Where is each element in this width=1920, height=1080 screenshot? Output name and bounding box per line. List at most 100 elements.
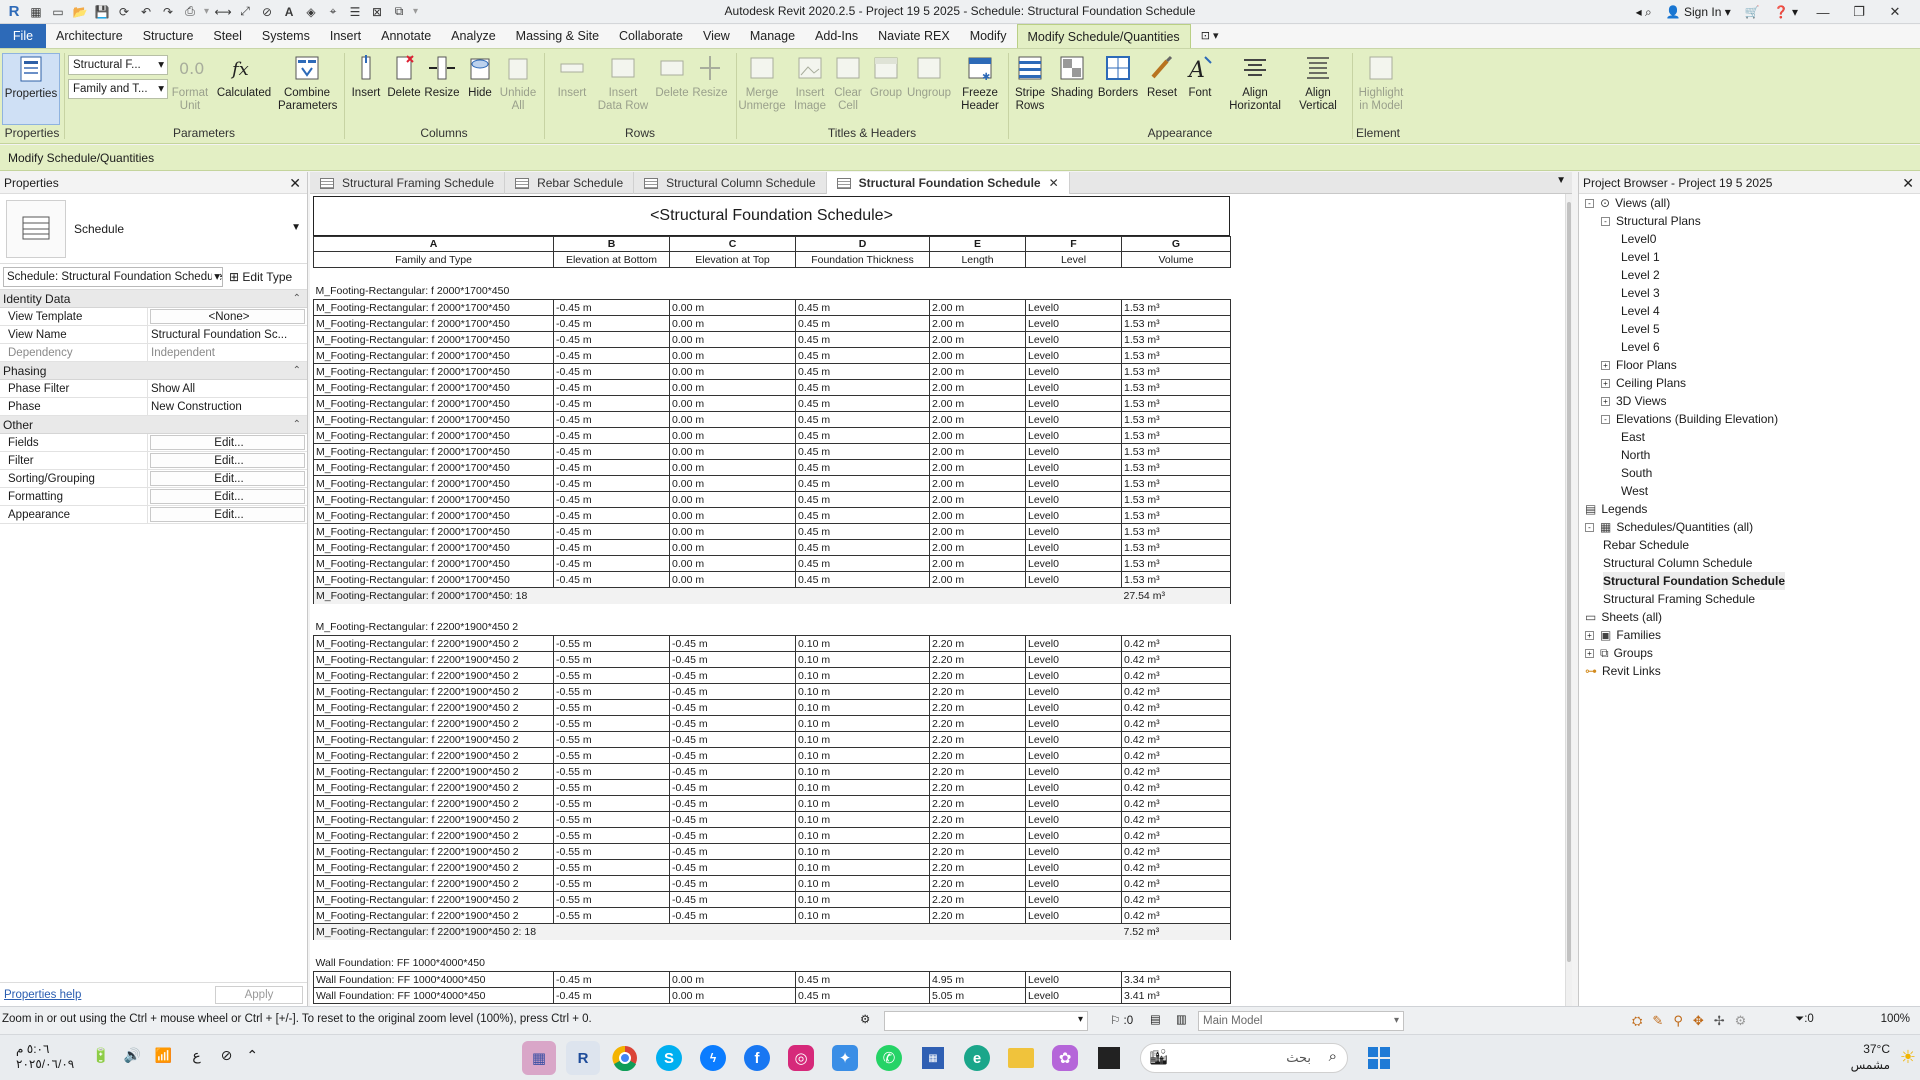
table-cell[interactable]: 3.41 m³ (1121, 987, 1231, 1004)
table-cell[interactable]: 1.53 m³ (1121, 539, 1231, 556)
table-cell[interactable]: Level0 (1025, 411, 1122, 428)
table-cell[interactable]: Wall Foundation: FF 1000*4000*450 (313, 987, 554, 1004)
table-row[interactable]: M_Footing-Rectangular: f 2000*1700*450 -0… (313, 491, 1231, 508)
table-cell[interactable]: M_Footing-Rectangular: f 2200*1900*450 2 (313, 683, 554, 700)
taskbar-app-calculator-icon[interactable]: ▦ (522, 1041, 556, 1075)
app-menu-icon[interactable]: ▦ (28, 4, 44, 20)
table-cell[interactable]: 1.53 m³ (1121, 491, 1231, 508)
info-search-icon[interactable]: ◂ ⌕ (1636, 5, 1652, 20)
table-cell[interactable]: M_Footing-Rectangular: f 2200*1900*450 2 (313, 635, 554, 652)
table-cell[interactable]: Level0 (1025, 459, 1122, 476)
table-cell[interactable]: Level0 (1025, 875, 1122, 892)
browser-node-sheets-all[interactable]: ▭ Sheets (all) (1585, 608, 1662, 626)
table-cell[interactable]: 0.42 m³ (1121, 651, 1231, 668)
table-cell[interactable]: Level0 (1025, 891, 1122, 908)
help-icon[interactable]: ❓ ▾ (1774, 5, 1798, 19)
vertical-scrollbar[interactable] (1565, 194, 1572, 1006)
table-cell[interactable]: 1.53 m³ (1121, 315, 1231, 332)
thin-lines-icon[interactable]: ☰ (347, 4, 363, 20)
table-cell[interactable]: 0.10 m (795, 779, 930, 796)
table-cell[interactable]: -0.45 m (553, 427, 670, 444)
table-cell[interactable]: -0.45 m (553, 331, 670, 348)
calculated-button[interactable]: fx Calculated (214, 53, 274, 123)
column-header[interactable]: Length (929, 251, 1026, 268)
table-cell[interactable]: 2.00 m (929, 347, 1026, 364)
column-letter[interactable]: E (929, 236, 1026, 252)
table-cell[interactable]: -0.45 m (553, 379, 670, 396)
table-cell[interactable]: 4.95 m (929, 971, 1026, 988)
table-cell[interactable]: 2.00 m (929, 427, 1026, 444)
column-letter[interactable]: B (553, 236, 670, 252)
column-letter[interactable]: G (1121, 236, 1231, 252)
table-cell[interactable]: M_Footing-Rectangular: f 2200*1900*450 2 (313, 891, 554, 908)
table-row[interactable]: M_Footing-Rectangular: f 2000*1700*450 -0… (313, 315, 1231, 332)
restore-button[interactable]: ❐ (1848, 4, 1870, 20)
filter-edit-button[interactable]: Edit... (150, 453, 305, 468)
table-cell[interactable]: Level0 (1025, 379, 1122, 396)
table-cell[interactable]: -0.45 m (669, 891, 796, 908)
table-cell[interactable]: 0.45 m (795, 507, 930, 524)
table-cell[interactable]: M_Footing-Rectangular: f 2000*1700*450 (313, 507, 554, 524)
table-cell[interactable]: 1.53 m³ (1121, 427, 1231, 444)
table-row[interactable]: M_Footing-Rectangular: f 2000*1700*450 -0… (313, 395, 1231, 412)
table-cell[interactable]: -0.45 m (669, 747, 796, 764)
phase-field[interactable]: New Construction (148, 398, 307, 415)
group-header-row[interactable]: M_Footing-Rectangular: f 2000*1700*450 (313, 283, 1231, 300)
table-cell[interactable]: M_Footing-Rectangular: f 2200*1900*450 2 (313, 907, 554, 924)
align-horizontal-button[interactable]: Align Horizontal (1226, 53, 1284, 123)
table-cell[interactable]: M_Footing-Rectangular: f 2000*1700*450 (313, 475, 554, 492)
close-hidden-icon[interactable]: ⊠ (369, 4, 385, 20)
open-icon[interactable]: 📂 (72, 4, 88, 20)
table-cell[interactable]: Level0 (1025, 843, 1122, 860)
table-cell[interactable]: 1.53 m³ (1121, 507, 1231, 524)
table-row[interactable]: M_Footing-Rectangular: f 2000*1700*450 -0… (313, 299, 1231, 316)
design-option-selector[interactable]: Main Model ▾ (1198, 1011, 1404, 1031)
table-cell[interactable]: 0.00 m (669, 347, 796, 364)
table-cell[interactable]: -0.55 m (553, 731, 670, 748)
table-cell[interactable]: 2.00 m (929, 443, 1026, 460)
table-cell[interactable]: Level0 (1025, 715, 1122, 732)
properties-button[interactable]: Properties (2, 53, 60, 125)
hide-column-button[interactable]: Hide (460, 53, 500, 123)
browser-node-level-2[interactable]: Level 2 (1621, 266, 1660, 284)
font-button[interactable]: A Font (1180, 53, 1220, 123)
tab-view[interactable]: View (693, 24, 740, 48)
table-cell[interactable]: 0.00 m (669, 459, 796, 476)
table-cell[interactable]: -0.45 m (553, 315, 670, 332)
browser-node-level-1[interactable]: Level 1 (1621, 248, 1660, 266)
table-cell[interactable]: Level0 (1025, 507, 1122, 524)
battery-icon[interactable]: 🔋 (92, 1047, 109, 1064)
table-cell[interactable]: -0.45 m (669, 843, 796, 860)
table-cell[interactable]: -0.55 m (553, 875, 670, 892)
collapse-icon[interactable]: - (1601, 217, 1610, 227)
taskbar-app-copilot-icon[interactable]: ✿ (1048, 1041, 1082, 1075)
table-cell[interactable]: -0.55 m (553, 683, 670, 700)
table-cell[interactable]: M_Footing-Rectangular: f 2200*1900*450 2 (313, 667, 554, 684)
table-cell[interactable]: M_Footing-Rectangular: f 2200*1900*450 2 (313, 763, 554, 780)
table-cell[interactable]: Level0 (1025, 971, 1122, 988)
table-row[interactable]: M_Footing-Rectangular: f 2000*1700*450 -0… (313, 427, 1231, 444)
tab-naviate-rex[interactable]: Naviate REX (868, 24, 960, 48)
table-cell[interactable]: -0.55 m (553, 779, 670, 796)
table-cell[interactable]: 5.05 m (929, 987, 1026, 1004)
table-cell[interactable]: 0.45 m (795, 347, 930, 364)
tab-collaborate[interactable]: Collaborate (609, 24, 693, 48)
fields-edit-button[interactable]: Edit... (150, 435, 305, 450)
switch-windows-icon[interactable]: ⧉ (391, 4, 407, 20)
column-header[interactable]: Family and Type (313, 251, 554, 268)
table-cell[interactable]: M_Footing-Rectangular: f 2000*1700*450 (313, 459, 554, 476)
table-cell[interactable]: Level0 (1025, 987, 1122, 1004)
table-cell[interactable]: 0.45 m (795, 475, 930, 492)
expand-icon[interactable]: + (1585, 649, 1594, 659)
table-cell[interactable]: 2.20 m (929, 811, 1026, 828)
table-cell[interactable]: M_Footing-Rectangular: f 2200*1900*450 2 (313, 859, 554, 876)
table-cell[interactable]: -0.45 m (669, 651, 796, 668)
stripe-rows-button[interactable]: Stripe Rows (1010, 53, 1050, 123)
background-process-icon[interactable]: ⚙ (1735, 1013, 1747, 1029)
tab-structure[interactable]: Structure (133, 24, 204, 48)
table-cell[interactable]: 0.45 m (795, 315, 930, 332)
browser-node-south[interactable]: South (1621, 464, 1652, 482)
table-cell[interactable]: Level0 (1025, 443, 1122, 460)
apply-button[interactable]: Apply (215, 985, 303, 1004)
table-cell[interactable]: 0.10 m (795, 843, 930, 860)
